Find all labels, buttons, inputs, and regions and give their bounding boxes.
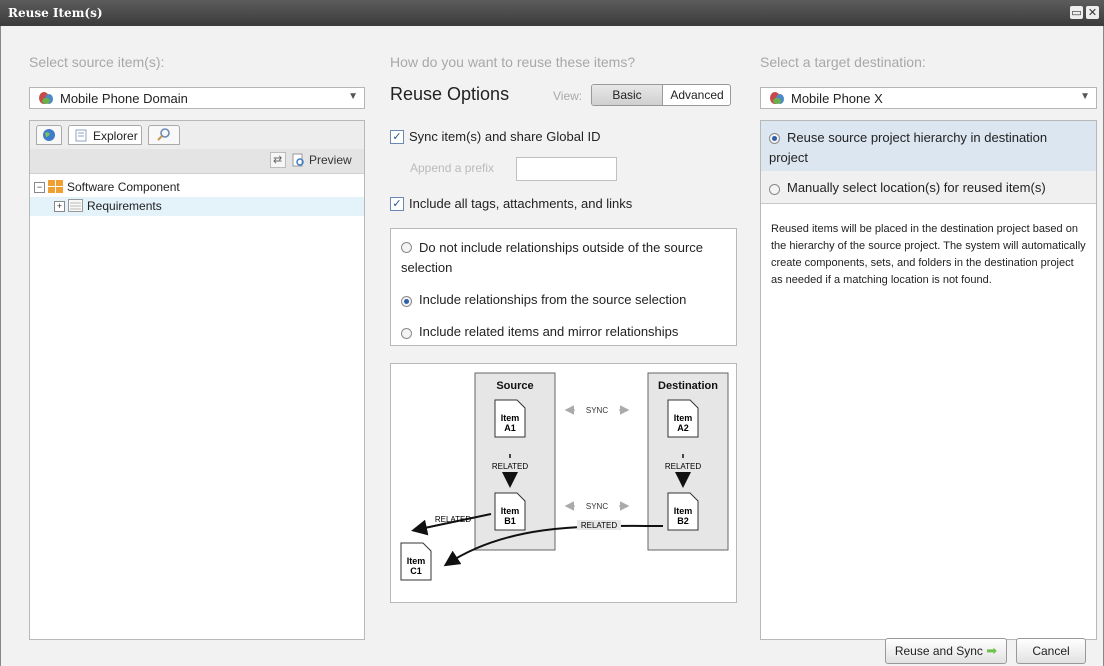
- doc-b2: Item B2: [667, 492, 699, 531]
- prefix-input[interactable]: [516, 157, 617, 181]
- target-options-panel: Reuse source project hierarchy in destin…: [760, 120, 1097, 640]
- expand-icon[interactable]: +: [54, 201, 65, 212]
- target-select-value: Mobile Phone X: [791, 91, 883, 106]
- related-label-b1-c1: RELATED: [435, 515, 472, 524]
- view-advanced-button[interactable]: Advanced: [662, 85, 730, 105]
- reuse-and-sync-button[interactable]: Reuse and Sync ➡: [885, 638, 1007, 664]
- doc-b1-line1: Item: [501, 506, 520, 516]
- tree-node-requirements[interactable]: + Requirements: [30, 197, 364, 216]
- tab-explorer[interactable]: Explorer: [68, 125, 142, 145]
- doc-b1: Item B1: [494, 492, 526, 531]
- radio-manual-location[interactable]: [769, 184, 780, 195]
- radio-mirror-relationships[interactable]: [401, 328, 412, 339]
- options-title: Reuse Options: [390, 84, 510, 104]
- target-option-manual-row[interactable]: Manually select location(s) for reused i…: [761, 171, 1096, 204]
- chevron-down-icon: ▼: [1080, 91, 1090, 102]
- sync-label-bottom: SYNC: [586, 502, 608, 511]
- sync-checkbox[interactable]: ✓: [390, 130, 404, 144]
- explorer-toolbar: ⇄ Preview: [30, 149, 364, 174]
- search-icon: [157, 128, 170, 141]
- radio-include-relationships-label: Include relationships from the source se…: [419, 292, 687, 307]
- target-description: Reused items will be placed in the desti…: [771, 223, 1086, 286]
- doc-a1-line2: A1: [504, 423, 516, 433]
- relationship-options-panel: Do not include relationships outside of …: [390, 228, 737, 346]
- requirements-icon: [68, 199, 83, 212]
- database-icon: [39, 92, 53, 104]
- doc-a2: Item A2: [667, 399, 699, 438]
- doc-a1-line1: Item: [501, 413, 520, 423]
- related-label-source: RELATED: [492, 462, 529, 471]
- source-heading: Select source item(s):: [29, 54, 165, 70]
- close-icon[interactable]: ✕: [1086, 6, 1099, 19]
- source-select-value: Mobile Phone Domain: [60, 91, 188, 106]
- radio-mirror-relationships-label: Include related items and mirror relatio…: [419, 324, 679, 339]
- include-tags-checkbox[interactable]: ✓: [390, 197, 404, 211]
- arrow-right-icon: ➡: [986, 643, 998, 658]
- tree-node-label: Requirements: [87, 199, 162, 213]
- window-title: Reuse Item(s): [8, 6, 103, 20]
- radio-reuse-hierarchy-label: Reuse source project hierarchy in destin…: [769, 130, 1048, 165]
- title-bar: Reuse Item(s) ▭ ✕: [0, 0, 1104, 26]
- doc-a1: Item A1: [494, 399, 526, 438]
- target-select[interactable]: Mobile Phone X ▼: [760, 87, 1097, 109]
- source-title: Source: [496, 380, 533, 392]
- doc-c1-line2: C1: [410, 566, 422, 576]
- related-label-destination: RELATED: [665, 462, 702, 471]
- radio-no-relationships-label: Do not include relationships outside of …: [401, 240, 704, 275]
- reuse-diagram-panel: Source Destination Item A1 Item B1 Item …: [390, 363, 737, 603]
- doc-c1: Item C1: [400, 542, 432, 581]
- preview-button[interactable]: Preview: [292, 152, 362, 170]
- doc-a2-line1: Item: [674, 413, 693, 423]
- doc-b1-line2: B1: [504, 516, 516, 526]
- preview-icon: [292, 153, 304, 167]
- tab-search[interactable]: [148, 125, 180, 145]
- radio-manual-location-label: Manually select location(s) for reused i…: [787, 180, 1046, 195]
- doc-c1-line1: Item: [407, 556, 426, 566]
- options-heading: How do you want to reuse these items?: [390, 54, 636, 70]
- view-toggle: Basic Advanced: [591, 84, 731, 106]
- target-heading: Select a target destination:: [760, 54, 926, 70]
- cancel-button[interactable]: Cancel: [1016, 638, 1086, 664]
- tab-globe[interactable]: [36, 125, 62, 145]
- explorer-icon: [75, 129, 87, 142]
- destination-title: Destination: [658, 380, 718, 392]
- source-select[interactable]: Mobile Phone Domain ▼: [29, 87, 365, 109]
- tree-node-label: Software Component: [67, 180, 180, 194]
- sync-label-top: SYNC: [586, 406, 608, 415]
- doc-b2-line1: Item: [674, 506, 693, 516]
- database-icon: [770, 92, 784, 104]
- minimize-icon[interactable]: ▭: [1070, 6, 1083, 19]
- radio-include-relationships[interactable]: [401, 296, 412, 307]
- chevron-down-icon: ▼: [348, 91, 358, 102]
- cancel-label: Cancel: [1032, 644, 1070, 658]
- prefix-label: Append a prefix: [410, 161, 495, 175]
- view-label: View:: [553, 89, 583, 103]
- doc-a2-line2: A2: [677, 423, 689, 433]
- collapse-icon[interactable]: −: [34, 182, 45, 193]
- target-option-hierarchy-row[interactable]: Reuse source project hierarchy in destin…: [761, 121, 1096, 171]
- explorer-tabstrip: Explorer: [30, 121, 364, 149]
- preview-label: Preview: [309, 153, 352, 167]
- refresh-icon: ⇄: [273, 154, 283, 166]
- refresh-button[interactable]: ⇄: [270, 152, 286, 168]
- tab-explorer-label: Explorer: [93, 129, 138, 143]
- globe-icon: [43, 129, 55, 141]
- source-explorer-panel: Explorer ⇄ Preview − Software Component …: [29, 120, 365, 640]
- component-icon: [48, 180, 63, 193]
- include-tags-label: Include all tags, attachments, and links: [409, 196, 633, 211]
- dialog-body: Select source item(s): Mobile Phone Doma…: [0, 26, 1104, 666]
- doc-b2-line2: B2: [677, 516, 689, 526]
- sync-label: Sync item(s) and share Global ID: [409, 129, 601, 144]
- reuse-and-sync-label: Reuse and Sync: [894, 644, 983, 658]
- reuse-diagram: Source Destination Item A1 Item B1 Item …: [400, 372, 729, 581]
- tree-node-software-component[interactable]: − Software Component: [30, 178, 364, 197]
- view-basic-button[interactable]: Basic: [592, 85, 662, 105]
- related-label-b2-c1: RELATED: [581, 521, 618, 530]
